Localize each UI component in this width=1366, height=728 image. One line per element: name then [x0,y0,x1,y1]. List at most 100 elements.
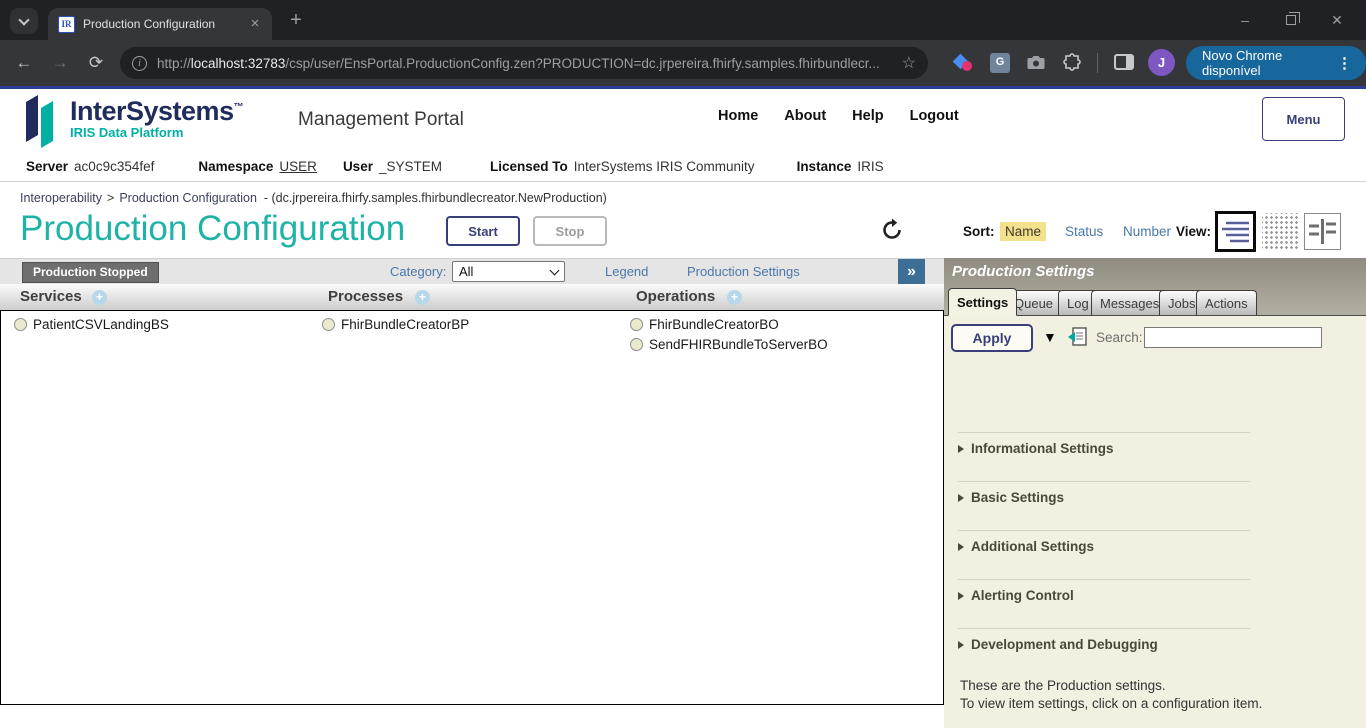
iris-favicon-icon: IR [58,15,75,33]
close-tab-icon[interactable]: × [246,15,264,33]
export-settings-icon[interactable] [1067,326,1087,353]
production-settings-link[interactable]: Production Settings [687,264,800,279]
tab-settings[interactable]: Settings [948,288,1018,316]
expand-panel-button[interactable]: » [898,259,925,285]
breadcrumb: Interoperability > Production Configuratio… [20,191,607,205]
site-info-icon[interactable]: i [132,55,147,71]
add-process-button[interactable]: + [415,290,430,305]
apply-button[interactable]: Apply [951,324,1033,352]
extensions-puzzle-icon[interactable] [1062,53,1082,73]
application-window: IR Production Configuration × + – ✕ ← → … [0,0,1366,728]
browser-tab-strip: IR Production Configuration × + – ✕ [0,0,1366,40]
settings-dropdown-icon[interactable]: ▼ [1043,329,1057,345]
breadcrumb-interoperability-link[interactable]: Interoperability [20,191,102,205]
config-item-service[interactable]: PatientCSVLandingBS [14,314,169,334]
view-list-icon[interactable] [1215,211,1256,252]
production-status-badge: Production Stopped [22,262,159,283]
add-service-button[interactable]: + [92,290,107,305]
section-development-debugging[interactable]: Development and Debugging [958,628,1250,652]
add-operation-button[interactable]: + [727,290,742,305]
services-column-header: Services [20,288,82,305]
breadcrumb-production-class: - (dc.jrpereira.fhirfy.samples.fhirbundl… [263,191,607,205]
intersystems-logo-icon [26,95,53,148]
server-info-bar: Server ac0c9c354fef Namespace USER User _SY… [0,152,1366,182]
more-menu-icon[interactable]: ⋮ [1329,54,1360,72]
sort-by-number[interactable]: Number [1118,222,1176,241]
toolbar-divider [1097,53,1098,73]
config-item-label: PatientCSVLandingBS [33,316,169,332]
new-tab-button[interactable]: + [282,9,310,33]
config-item-process[interactable]: FhirBundleCreatorBP [322,314,469,334]
portal-nav: Home About Help Logout [718,108,959,124]
section-alerting-control[interactable]: Alerting Control [958,579,1250,603]
section-informational-settings[interactable]: Informational Settings [958,432,1250,456]
view-label: View: [1176,224,1212,239]
minimize-window-icon[interactable]: – [1222,0,1268,40]
chrome-update-button[interactable]: Novo Chrome disponível ⋮ [1186,46,1366,80]
view-split-icon[interactable] [1304,213,1341,250]
panel-content: Apply ▼ Search: Informational Settings B… [944,316,1366,728]
nav-about-link[interactable]: About [784,108,826,124]
stop-button[interactable]: Stop [533,216,607,246]
category-label: Category: [390,264,447,279]
status-circle-icon [630,337,643,351]
address-bar[interactable]: i http://localhost:32783/csp/user/EnsPor… [120,47,928,79]
sort-by-name[interactable]: Name [1000,222,1047,241]
search-label: Search: [1096,330,1143,345]
reload-icon[interactable]: ⟳ [82,49,110,77]
panel-tabs: Settings Queue Log Messages Jobs Actions [944,285,1366,316]
extension-icon[interactable] [952,53,974,73]
start-button[interactable]: Start [446,216,520,246]
profile-avatar[interactable]: J [1148,49,1175,76]
sort-by-status[interactable]: Status [1060,222,1108,241]
restore-window-icon[interactable] [1268,0,1314,40]
translate-icon[interactable]: G [990,53,1010,73]
nav-logout-link[interactable]: Logout [910,108,959,124]
tab-messages[interactable]: Messages [1091,290,1169,316]
nav-home-link[interactable]: Home [718,108,758,124]
search-input[interactable] [1144,327,1322,348]
tab-actions[interactable]: Actions [1196,290,1257,316]
config-item-label: FhirBundleCreatorBP [341,316,470,332]
page-title: Production Configuration [20,209,406,248]
sort-label: Sort: [963,224,995,239]
tab-search-button[interactable] [10,8,38,34]
camera-icon[interactable] [1026,53,1046,73]
chevron-down-icon [549,265,560,275]
config-item-operation[interactable]: FhirBundleCreatorBO [630,314,779,334]
breadcrumb-production-config-link[interactable]: Production Configuration [119,191,257,205]
view-grid-icon[interactable] [1262,213,1300,251]
side-panel-icon[interactable] [1114,54,1134,70]
menu-button[interactable]: Menu [1262,97,1345,141]
close-window-icon[interactable]: ✕ [1314,0,1360,40]
browser-tab[interactable]: IR Production Configuration × [48,8,272,40]
url-host: localhost:32783 [190,55,286,71]
tab-title: Production Configuration [83,17,216,31]
category-select[interactable]: All [452,261,565,282]
brand-tagline: IRIS Data Platform [70,125,184,140]
status-circle-icon [630,317,643,331]
production-toolbar: Production Stopped Category: All Legend … [0,258,944,285]
url-text: http://localhost:32783/csp/user/EnsPorta… [157,56,902,71]
panel-title-bar: Production Settings [944,258,1366,285]
namespace-link[interactable]: USER [279,159,317,174]
browser-toolbar: ← → ⟳ i http://localhost:32783/csp/user/… [0,40,1366,86]
section-additional-settings[interactable]: Additional Settings [958,530,1250,554]
brand-name: InterSystems™ [70,96,244,126]
status-circle-icon [322,317,335,331]
column-headers: Services + Processes + Operations + [0,284,944,310]
nav-help-link[interactable]: Help [852,108,883,124]
legend-link[interactable]: Legend [605,264,648,279]
section-arrow-icon [958,542,964,551]
config-item-label: FhirBundleCreatorBO [649,316,779,332]
url-scheme: http:// [157,55,191,71]
portal-title: Management Portal [298,109,464,130]
instance-info: Instance IRIS [796,159,884,174]
config-item-operation[interactable]: SendFHIRBundleToServerBO [630,334,828,354]
section-basic-settings[interactable]: Basic Settings [958,481,1250,505]
refresh-icon[interactable] [880,218,904,242]
forward-icon[interactable]: → [46,49,74,77]
bookmark-star-icon[interactable]: ☆ [902,53,916,73]
status-circle-icon [14,317,27,331]
back-icon[interactable]: ← [10,49,38,77]
